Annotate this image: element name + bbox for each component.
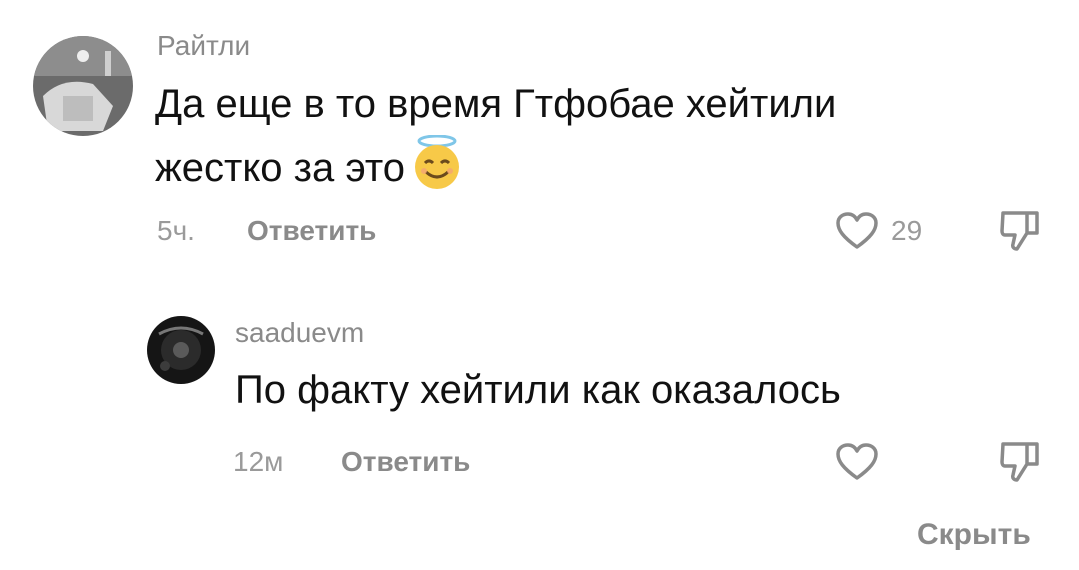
dislike-icon[interactable] [999,209,1041,253]
avatar-image [147,316,215,384]
comment-text: По факту хейтили как оказалось [235,368,841,412]
like-count: 29 [891,215,923,246]
comment-text: жестко за это [155,134,463,206]
comment-text: Да еще в то время Гтфобае хейтили [155,76,836,132]
comment-username[interactable]: saaduevm [235,317,364,349]
heart-icon[interactable] [835,442,879,482]
comment-username[interactable]: Райтли [157,30,250,62]
comment-time: 5ч. [157,215,195,246]
comment-text-line: Да еще в то время Гтфобае хейтили [155,82,837,126]
dislike-icon[interactable] [999,440,1041,484]
reply-button[interactable]: Ответить [247,215,376,247]
avatar-image [33,36,133,136]
smiling-face-with-halo-icon [411,134,463,206]
comment-time: 12м [233,446,284,477]
avatar[interactable] [147,316,215,384]
hide-replies-button[interactable]: Скрыть [917,518,1031,552]
comment-text-line: жестко за это [155,146,405,190]
avatar[interactable] [33,36,133,136]
reply-button[interactable]: Ответить [341,446,470,478]
heart-icon[interactable] [835,211,879,251]
